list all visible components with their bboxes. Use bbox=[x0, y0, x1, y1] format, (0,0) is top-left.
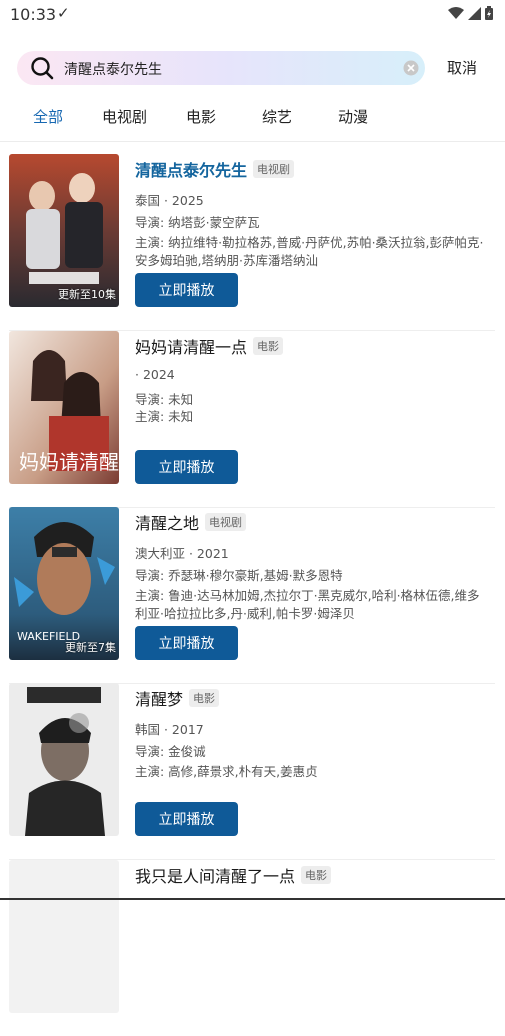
poster-image[interactable] bbox=[9, 683, 119, 836]
tab-tv-series[interactable]: 电视剧 bbox=[102, 106, 147, 127]
play-button[interactable]: 立即播放 bbox=[135, 450, 238, 484]
episode-badge: 更新至7集 bbox=[65, 641, 116, 654]
result-director: 导演: 金俊诚 bbox=[135, 744, 206, 759]
list-item[interactable]: 妈妈请清醒点 妈妈请清醒一点电影 · 2024 导演: 未知 主演: 未知 立即… bbox=[9, 331, 495, 508]
result-cast: 主演: 未知 bbox=[135, 409, 194, 424]
result-title: 清醒点泰尔先生 电视剧 bbox=[135, 157, 295, 181]
poster-art bbox=[9, 683, 119, 836]
status-time: 10:33 bbox=[10, 5, 57, 24]
poster-art: 妈妈请清醒点 bbox=[9, 331, 119, 484]
tab-anime[interactable]: 动漫 bbox=[338, 106, 368, 127]
result-meta: 韩国 · 2017 bbox=[135, 722, 204, 737]
list-item[interactable]: 我只是人间清醒了一点 电影 bbox=[9, 860, 495, 1036]
clear-icon[interactable] bbox=[403, 60, 419, 76]
status-bar: 10:33 ✓ bbox=[0, 0, 505, 30]
poster-image[interactable]: 更新至10集 bbox=[9, 154, 119, 307]
list-item[interactable]: WAKEFIELD 更新至7集 清醒之地 电视剧 澳大利亚 · 2021 导演: … bbox=[9, 507, 495, 684]
poster-art: WAKEFIELD bbox=[9, 507, 119, 660]
search-query: 清醒点泰尔先生 bbox=[64, 62, 162, 78]
poster-art bbox=[9, 154, 119, 307]
poster-image[interactable]: WAKEFIELD 更新至7集 bbox=[9, 507, 119, 660]
list-item[interactable]: 清醒梦 电影 韩国 · 2017 导演: 金俊诚 主演: 高修,薛景求,朴有天,姜… bbox=[9, 683, 495, 860]
result-title: 清醒之地 电视剧 bbox=[135, 510, 247, 534]
type-tag: 电视剧 bbox=[253, 160, 295, 178]
result-cast: 主演: 纳拉维特·勒拉格苏,普威·丹萨优,苏帕·桑沃拉翁,彭萨帕克·安多姆珀驰,… bbox=[135, 235, 484, 268]
list-item[interactable]: 更新至10集 清醒点泰尔先生 电视剧 泰国 · 2025 导演: 纳塔彭·蒙空萨瓦… bbox=[9, 154, 495, 331]
svg-text:妈妈请清醒点: 妈妈请清醒点 bbox=[19, 450, 119, 474]
tab-variety[interactable]: 综艺 bbox=[262, 106, 292, 127]
search-icon bbox=[31, 57, 54, 80]
tabs-divider bbox=[0, 141, 505, 142]
result-meta: 澳大利亚 · 2021 bbox=[135, 546, 229, 561]
tab-all[interactable]: 全部 bbox=[33, 106, 63, 127]
wifi-icon bbox=[448, 6, 464, 19]
poster-image[interactable] bbox=[9, 860, 119, 1013]
result-cast: 主演: 高修,薛景求,朴有天,姜惠贞 bbox=[135, 764, 318, 779]
result-director: 导演: 纳塔彭·蒙空萨瓦 bbox=[135, 215, 260, 230]
result-meta: 泰国 · 2025 bbox=[135, 193, 204, 208]
search-input[interactable]: 清醒点泰尔先生 bbox=[17, 51, 425, 85]
signal-icon bbox=[468, 6, 481, 20]
result-meta: · 2024 bbox=[135, 367, 175, 382]
result-director: 导演: 乔瑟琳·穆尔豪斯,基姆·默多恩特 bbox=[135, 568, 343, 583]
category-tabs: 全部 电视剧 电影 综艺 动漫 bbox=[0, 106, 505, 128]
battery-icon bbox=[485, 6, 493, 20]
type-tag: 电影 bbox=[301, 866, 332, 884]
tab-movies[interactable]: 电影 bbox=[186, 106, 216, 127]
result-cast: 主演: 鲁迪·达马林加姆,杰拉尔丁·黑克威尔,哈利·格林伍德,维多利亚·哈拉拉比… bbox=[135, 588, 480, 621]
check-icon: ✓ bbox=[57, 4, 70, 22]
result-director: 导演: 未知 bbox=[135, 392, 194, 407]
type-tag: 电视剧 bbox=[205, 513, 247, 531]
play-button[interactable]: 立即播放 bbox=[135, 626, 238, 660]
type-tag: 电影 bbox=[253, 337, 284, 355]
result-title: 妈妈请清醒一点 电影 bbox=[135, 334, 284, 358]
result-title: 清醒梦 电影 bbox=[135, 686, 220, 710]
play-button[interactable]: 立即播放 bbox=[135, 802, 238, 836]
poster-image[interactable]: 妈妈请清醒点 bbox=[9, 331, 119, 484]
cancel-button[interactable]: 取消 bbox=[447, 57, 477, 78]
play-button[interactable]: 立即播放 bbox=[135, 273, 238, 307]
status-icons bbox=[448, 6, 493, 20]
episode-badge: 更新至10集 bbox=[58, 288, 116, 301]
type-tag: 电影 bbox=[189, 689, 220, 707]
result-title: 我只是人间清醒了一点 电影 bbox=[135, 863, 332, 887]
